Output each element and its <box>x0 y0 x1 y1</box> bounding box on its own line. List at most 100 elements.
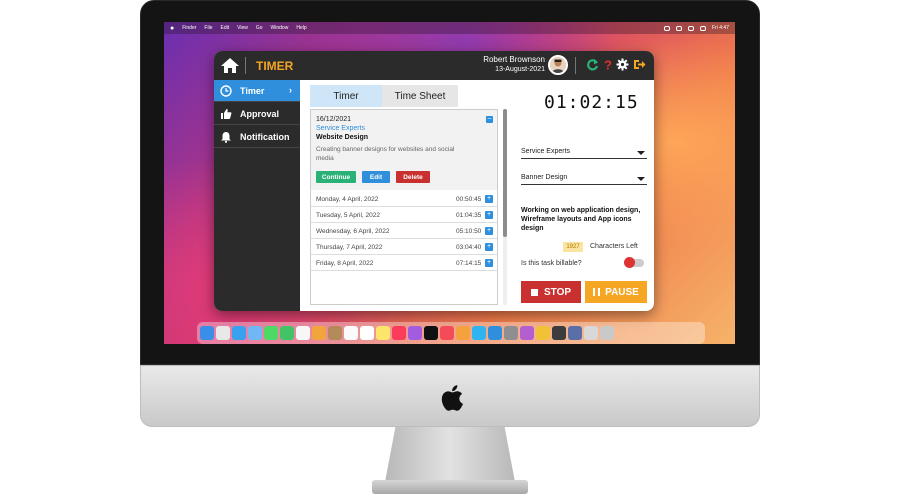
facetime-icon[interactable] <box>280 326 294 340</box>
stop-button[interactable]: STOP <box>521 281 581 303</box>
chrome-icon[interactable] <box>536 326 550 340</box>
menu-window[interactable]: Window <box>271 25 289 31</box>
sidebar-item-label: Timer <box>240 85 265 96</box>
header-divider <box>245 57 246 74</box>
avatar[interactable] <box>548 55 568 75</box>
settings-icon[interactable] <box>504 326 518 340</box>
app-header: TIMER Robert Brownson 13-August-2021 ? <box>214 51 654 80</box>
entry-date: 16/12/2021 <box>316 116 352 123</box>
entry-description: Creating banner designs for websites and… <box>316 146 455 162</box>
menu-go[interactable]: Go <box>256 25 263 31</box>
tv-icon[interactable] <box>424 326 438 340</box>
continue-button[interactable]: Continue <box>316 171 356 183</box>
trash-icon[interactable] <box>600 326 614 340</box>
collapse-icon[interactable]: – <box>486 115 493 123</box>
log-row[interactable]: Thursday, 7 April, 2022 03:04:40 + <box>311 240 497 255</box>
stop-label: STOP <box>543 286 572 298</box>
entry-project: Website Design <box>316 134 368 141</box>
safari-icon[interactable] <box>232 326 246 340</box>
tab-timer[interactable]: Timer <box>310 85 382 107</box>
client-select[interactable]: Service Experts <box>521 145 647 159</box>
mail-icon[interactable] <box>248 326 262 340</box>
expand-icon[interactable]: + <box>485 259 493 267</box>
app-icon[interactable] <box>520 326 534 340</box>
maps-icon[interactable] <box>296 326 310 340</box>
stop-icon <box>530 288 538 296</box>
active-entry-card: 16/12/2021 – Service Experts Website Des… <box>311 110 497 190</box>
status-icon[interactable] <box>664 25 671 31</box>
user-name: Robert Brownson <box>483 55 545 64</box>
log-row[interactable]: Wednesday, 6 April, 2022 05:10:50 + <box>311 224 497 239</box>
edit-button[interactable]: Edit <box>362 171 390 183</box>
logout-icon[interactable] <box>633 58 646 71</box>
home-icon[interactable] <box>220 56 240 75</box>
sidebar-item-label: Approval <box>240 108 280 119</box>
sidebar-item-approval[interactable]: Approval <box>214 103 300 125</box>
launchpad-icon[interactable] <box>216 326 230 340</box>
log-row[interactable]: Monday, 4 April, 2022 00:50:45 + <box>311 192 497 207</box>
billable-label: Is this task billable? <box>521 260 582 267</box>
app-store-icon[interactable] <box>488 326 502 340</box>
sidebar-item-notification[interactable]: Notification <box>214 126 300 148</box>
contacts-icon[interactable] <box>328 326 342 340</box>
wifi-icon[interactable] <box>688 25 695 31</box>
keynote-icon[interactable] <box>472 326 486 340</box>
log-date: Thursday, 7 April, 2022 <box>316 244 383 251</box>
log-duration: 07:14:15 <box>456 260 482 267</box>
news-icon[interactable] <box>440 326 454 340</box>
expand-icon[interactable]: + <box>485 195 493 203</box>
timer-app-window: TIMER Robert Brownson 13-August-2021 ? T… <box>214 51 654 311</box>
log-date: Tuesday, 5 April, 2022 <box>316 212 380 219</box>
sidebar-item-timer[interactable]: Timer › <box>214 80 300 102</box>
scrollbar-thumb[interactable] <box>503 109 507 237</box>
notes-icon[interactable] <box>376 326 390 340</box>
documents-icon[interactable] <box>584 326 598 340</box>
podcasts-icon[interactable] <box>408 326 422 340</box>
sidebar: Timer › Approval Notification <box>214 80 300 311</box>
characters-left-label: Characters Left <box>590 243 638 250</box>
menu-file[interactable]: File <box>204 25 212 31</box>
log-row[interactable]: Friday, 8 April, 2022 07:14:15 + <box>311 256 497 271</box>
messages-icon[interactable] <box>264 326 278 340</box>
pause-icon <box>593 288 601 296</box>
log-row[interactable]: Tuesday, 5 April, 2022 01:04:35 + <box>311 208 497 223</box>
billable-toggle-knob[interactable] <box>624 257 635 268</box>
log-duration: 00:50:45 <box>456 196 482 203</box>
imac-stand-base <box>372 480 528 494</box>
chevron-down-icon <box>637 177 645 181</box>
calendar-icon[interactable] <box>344 326 358 340</box>
photos-icon[interactable] <box>312 326 326 340</box>
sidebar-item-label: Notification <box>240 131 290 142</box>
tab-time-sheet[interactable]: Time Sheet <box>382 85 458 107</box>
entry-client[interactable]: Service Experts <box>316 125 365 132</box>
menu-edit[interactable]: Edit <box>220 25 229 31</box>
expand-icon[interactable]: + <box>485 227 493 235</box>
mac-dock <box>197 322 705 344</box>
expand-icon[interactable]: + <box>485 211 493 219</box>
project-select[interactable]: Banner Design <box>521 171 647 185</box>
gear-icon[interactable] <box>616 58 629 71</box>
numbers-icon[interactable] <box>456 326 470 340</box>
reminders-icon[interactable] <box>360 326 374 340</box>
log-duration: 01:04:35 <box>456 212 482 219</box>
status-icon[interactable] <box>676 25 683 31</box>
battery-icon[interactable] <box>700 25 707 31</box>
app-icon[interactable] <box>552 326 566 340</box>
menu-view[interactable]: View <box>237 25 248 31</box>
help-icon[interactable]: ? <box>602 58 615 71</box>
pause-button[interactable]: PAUSE <box>585 281 647 303</box>
task-notes[interactable]: Working on web application design, Wiref… <box>521 206 649 233</box>
apple-menu-icon[interactable]: ● <box>170 25 174 32</box>
music-icon[interactable] <box>392 326 406 340</box>
menu-finder[interactable]: Finder <box>182 25 196 31</box>
app-title: TIMER <box>256 59 294 73</box>
refresh-icon[interactable] <box>586 58 599 71</box>
bell-icon <box>221 131 231 143</box>
expand-icon[interactable]: + <box>485 243 493 251</box>
menu-help[interactable]: Help <box>296 25 306 31</box>
finder-icon[interactable] <box>200 326 214 340</box>
log-date: Wednesday, 6 April, 2022 <box>316 228 390 235</box>
app-icon[interactable] <box>568 326 582 340</box>
delete-button[interactable]: Delete <box>396 171 430 183</box>
menubar-clock[interactable]: Fri 4:47 <box>712 25 729 31</box>
